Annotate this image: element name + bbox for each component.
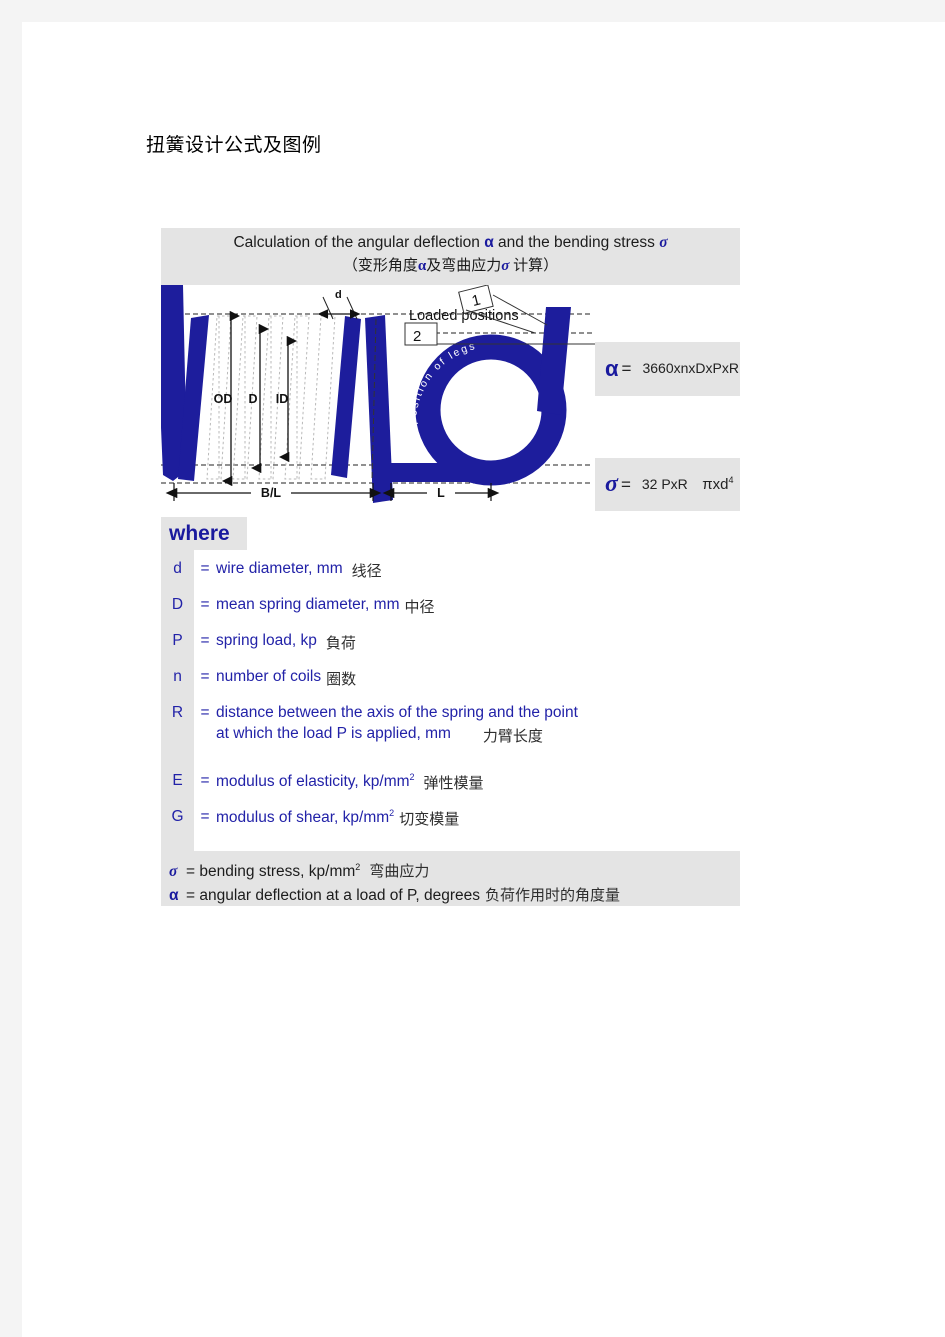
label-wire-diameter: d: [335, 289, 342, 301]
wire-diameter-marker: d: [317, 289, 361, 320]
definition-equals: =: [200, 668, 210, 685]
figure-header: Calculation of the angular deflection α …: [161, 228, 740, 285]
definition-symbol: G: [171, 808, 184, 825]
formula-alpha-fraction: 3660xnxDxPxR Exd4: [639, 360, 740, 377]
leg-length-dimension: L: [382, 483, 500, 501]
definition-symbol: R: [171, 704, 184, 721]
label-leg-length: L: [437, 486, 445, 500]
definition-row-D: D = mean spring diameter, mm 中径: [161, 596, 435, 617]
note-text-base: = bending stress, kp/mm: [186, 863, 356, 881]
definition-equals: =: [200, 704, 210, 721]
label-id: ID: [276, 392, 289, 406]
definition-symbol: P: [172, 632, 183, 649]
note-alpha-chinese: 负荷作用时的角度量: [485, 888, 621, 905]
where-section: where d = wire diameter, mm 线径 D = mean …: [161, 517, 740, 917]
label-position-2: 2: [413, 328, 421, 345]
definition-chinese: 圈数: [326, 672, 357, 688]
formula-sigma-box: σ = 32 PxR πxd4: [595, 458, 740, 511]
torsion-spring-figure: Calculation of the angular deflection α …: [161, 228, 740, 917]
definition-chinese: 中径: [404, 600, 435, 616]
sigma-symbol-note: σ: [169, 863, 178, 881]
note-sigma-text: = bending stress, kp/mm2: [186, 862, 360, 881]
label-mean-d: D: [248, 392, 257, 406]
alpha-symbol-note: α: [169, 887, 179, 905]
definition-chinese: 切变模量: [399, 812, 460, 828]
denominator-exponent: 4: [728, 474, 734, 485]
definition-row-P: P = spring load, kp 負荷: [161, 632, 356, 653]
document-page: 扭簧设计公式及图例 Calculation of the angular def…: [22, 22, 945, 1337]
note-alpha-text: = angular deflection at a load of P, deg…: [186, 887, 481, 905]
header-cn-post: 计算）: [509, 258, 559, 274]
header-text-mid: and the bending stress: [493, 234, 660, 251]
figure-notes: σ = bending stress, kp/mm2 弯曲应力 α = angular…: [161, 851, 740, 906]
definition-equals: =: [200, 596, 210, 613]
formula-sigma-lhs: σ: [605, 471, 618, 497]
definition-text-base: modulus of shear, kp/mm: [216, 809, 390, 827]
label-od: OD: [214, 392, 233, 406]
header-cn-mid: 及弯曲应力: [426, 258, 502, 274]
definition-chinese: 負荷: [325, 636, 356, 652]
formula-sigma-fraction: 32 PxR πxd4: [639, 474, 737, 493]
denominator-base: πxd: [702, 475, 729, 493]
definition-chinese: 线径: [351, 564, 382, 580]
definition-text: spring load, kp: [216, 632, 317, 649]
definition-row-n: n = number of coils 圈数: [161, 668, 356, 689]
sigma-symbol: σ: [659, 234, 668, 251]
formula-sigma-denominator: πxd4: [699, 474, 736, 493]
definition-text-base: modulus of elasticity, kp/mm: [216, 773, 410, 791]
header-cn-pre: （变形角度: [342, 258, 418, 274]
formula-alpha-box: α = 3660xnxDxPxR Exd4: [595, 342, 740, 396]
definition-text: distance between the axis of the spring …: [216, 704, 578, 721]
definition-chinese: 力臂长度: [482, 729, 543, 745]
label-body-length: B/L: [261, 486, 282, 500]
definition-text: mean spring diameter, mm: [216, 596, 400, 613]
formula-alpha-equals: =: [621, 359, 632, 378]
definition-symbol: n: [173, 668, 182, 685]
formula-alpha-lhs: α: [605, 356, 619, 381]
alpha-symbol-cn: α: [417, 258, 427, 274]
definition-text-line2: at which the load P is applied, mm: [216, 725, 451, 742]
definition-equals: =: [200, 560, 210, 577]
definition-equals: =: [200, 772, 210, 789]
definition-equals: =: [200, 632, 210, 649]
definition-equals: =: [200, 808, 210, 825]
header-text-pre: Calculation of the angular deflection: [233, 234, 485, 251]
where-label: where: [161, 517, 247, 550]
definition-chinese: 弹性模量: [423, 776, 484, 792]
definition-symbol: D: [171, 596, 184, 613]
definition-text: modulus of shear, kp/mm2: [216, 808, 394, 827]
figure-header-chinese: （变形角度α及弯曲应力σ 计算）: [161, 252, 740, 275]
formula-sigma-equals: =: [620, 474, 631, 494]
definition-symbol: d: [173, 560, 182, 577]
definition-text: number of coils: [216, 668, 322, 685]
definition-row-R: R = distance between the axis of the spr…: [161, 704, 578, 746]
formula-sigma-numerator: 32 PxR: [641, 475, 688, 492]
definition-symbol: E: [172, 772, 183, 789]
page-title: 扭簧设计公式及图例: [146, 135, 322, 156]
definition-text: wire diameter, mm: [216, 560, 343, 577]
note-sigma-chinese: 弯曲应力: [369, 864, 430, 881]
body-length-dimension: B/L: [165, 483, 382, 501]
note-alpha: α = angular deflection at a load of P, de…: [169, 884, 740, 906]
definition-list: d = wire diameter, mm 线径 D = mean spring…: [161, 550, 740, 851]
figure-header-english: Calculation of the angular deflection α …: [161, 228, 740, 252]
definition-row-G: G = modulus of shear, kp/mm2 切变模量: [161, 808, 459, 829]
alpha-symbol: α: [484, 234, 494, 251]
note-sigma: σ = bending stress, kp/mm2 弯曲应力: [169, 856, 740, 884]
definition-row-d: d = wire diameter, mm 线径: [161, 560, 382, 581]
definition-row-E: E = modulus of elasticity, kp/mm2 弹性模量: [161, 772, 484, 793]
formula-alpha-numerator: 3660xnxDxPxR: [642, 360, 739, 377]
definition-text: modulus of elasticity, kp/mm2: [216, 772, 415, 791]
